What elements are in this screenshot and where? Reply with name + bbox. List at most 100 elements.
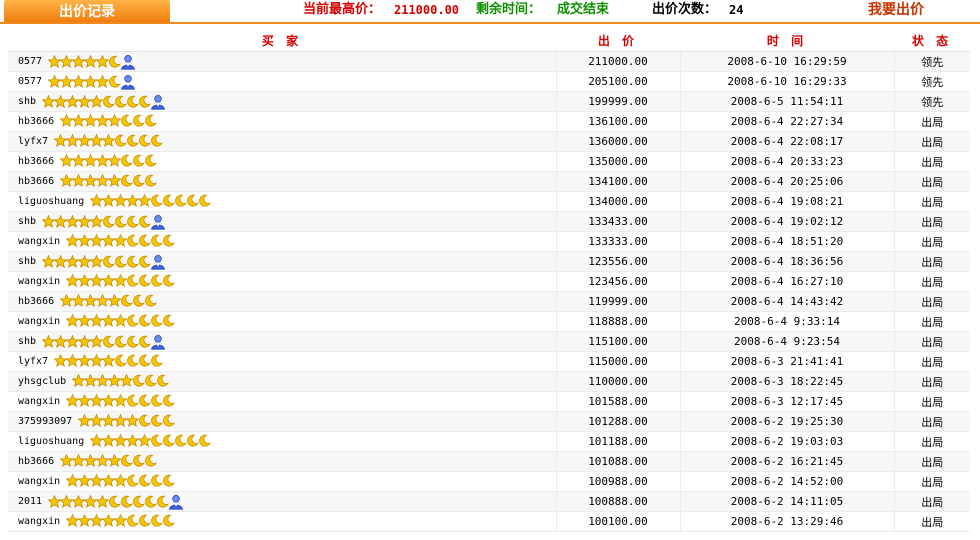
- buyer-name[interactable]: hb3666: [18, 176, 54, 187]
- moon-icon: [138, 394, 152, 407]
- bid-price: 100988.00: [555, 471, 680, 492]
- star-icon: [78, 274, 92, 287]
- star-icon: [96, 294, 110, 307]
- moon-icon: [162, 414, 176, 427]
- moon-icon: [126, 234, 140, 247]
- moon-icon: [138, 95, 151, 108]
- bid-time: 2008-6-10 16:29:59: [679, 51, 894, 72]
- credit-rating: [66, 394, 176, 410]
- table-row: yhsgclub 110000.00 2008-6-3 18:22:45 出局: [8, 371, 970, 392]
- credit-rating: [54, 354, 163, 370]
- moon-icon: [126, 274, 140, 287]
- buyer-name[interactable]: wangxin: [18, 316, 60, 327]
- star-icon: [114, 314, 128, 327]
- buyer-cell: 375993097: [8, 411, 556, 432]
- buyer-name[interactable]: shb: [18, 336, 36, 347]
- star-icon: [114, 234, 128, 247]
- star-icon: [138, 434, 152, 447]
- buyer-name[interactable]: wangxin: [18, 276, 60, 287]
- bid-status: 出局: [893, 271, 970, 292]
- buyer-name[interactable]: 0577: [18, 76, 42, 87]
- star-icon: [78, 394, 92, 407]
- buyer-name[interactable]: hb3666: [18, 156, 54, 167]
- moon-icon: [150, 414, 164, 427]
- bid-price: 110000.00: [555, 371, 680, 392]
- credit-rating: [42, 214, 165, 230]
- credit-rating: [48, 494, 183, 510]
- bid-status: 出局: [893, 311, 970, 332]
- star-icon: [96, 495, 110, 508]
- table-row: hb3666 134100.00 2008-6-4 20:25:06 出局: [8, 171, 970, 192]
- tab-bid-record[interactable]: 出价记录: [4, 0, 170, 22]
- buyer-name[interactable]: lyfx7: [18, 136, 48, 147]
- moon-icon: [138, 274, 152, 287]
- star-icon: [66, 354, 80, 367]
- bid-price: 100100.00: [555, 511, 680, 532]
- star-icon: [114, 474, 128, 487]
- buyer-name[interactable]: shb: [18, 96, 36, 107]
- moon-icon: [174, 194, 188, 207]
- buyer-name[interactable]: 0577: [18, 56, 42, 67]
- moon-icon: [132, 114, 145, 127]
- star-icon: [90, 274, 104, 287]
- star-icon: [66, 335, 80, 348]
- bid-time: 2008-6-4 9:33:14: [679, 311, 894, 332]
- buyer-cell: liguoshuang: [8, 191, 556, 212]
- table-row: hb3666 101088.00 2008-6-2 16:21:45 出局: [8, 451, 970, 472]
- buyer-name[interactable]: liguoshuang: [18, 436, 84, 447]
- moon-icon: [144, 374, 158, 387]
- buyer-name[interactable]: hb3666: [18, 456, 54, 467]
- star-icon: [60, 75, 74, 88]
- moon-icon: [102, 95, 115, 108]
- bid-time: 2008-6-3 21:41:41: [679, 351, 894, 372]
- buyer-name[interactable]: hb3666: [18, 116, 54, 127]
- buyer-name[interactable]: wangxin: [18, 236, 60, 247]
- buyer-name[interactable]: shb: [18, 256, 36, 267]
- buyer-name[interactable]: liguoshuang: [18, 196, 84, 207]
- bid-status: 出局: [893, 191, 970, 212]
- buyer-name[interactable]: 2011: [18, 496, 42, 507]
- buyer-name[interactable]: wangxin: [18, 516, 60, 527]
- moon-icon: [162, 514, 176, 527]
- star-icon: [114, 414, 128, 427]
- credit-rating: [90, 194, 212, 210]
- column-header-price: 出 价: [556, 30, 680, 52]
- star-icon: [120, 374, 134, 387]
- credit-rating: [60, 154, 157, 170]
- buyer-name[interactable]: yhsgclub: [18, 376, 66, 387]
- bid-time: 2008-6-4 20:25:06: [679, 171, 894, 192]
- place-bid-link[interactable]: 我要出价: [868, 0, 924, 22]
- buyer-name[interactable]: hb3666: [18, 296, 54, 307]
- moon-icon: [138, 215, 151, 228]
- buyer-name[interactable]: wangxin: [18, 476, 60, 487]
- buyer-name[interactable]: wangxin: [18, 396, 60, 407]
- bid-price: 101088.00: [555, 451, 680, 472]
- credit-rating: [66, 274, 176, 290]
- buyer-cell: liguoshuang: [8, 431, 556, 452]
- moon-icon: [132, 454, 145, 467]
- buyer-name[interactable]: 375993097: [18, 416, 72, 427]
- buyer-name[interactable]: shb: [18, 216, 36, 227]
- credit-rating: [90, 434, 212, 450]
- table-row: wangxin 133333.00 2008-6-4 18:51:20 出局: [8, 231, 970, 252]
- bid-price: 205100.00: [555, 71, 680, 92]
- credit-rating: [66, 234, 176, 250]
- star-icon: [48, 495, 62, 508]
- star-icon: [114, 434, 128, 447]
- table-row: liguoshuang 134000.00 2008-6-4 19:08:21 出局: [8, 191, 970, 212]
- bid-time: 2008-6-4 9:23:54: [679, 331, 894, 352]
- star-icon: [72, 154, 86, 167]
- bid-time: 2008-6-4 22:08:17: [679, 131, 894, 152]
- buyer-name[interactable]: lyfx7: [18, 356, 48, 367]
- buyer-cell: 2011: [8, 491, 556, 512]
- table-row: hb3666 136100.00 2008-6-4 22:27:34 出局: [8, 111, 970, 132]
- moon-icon: [126, 255, 139, 268]
- star-icon: [102, 274, 116, 287]
- moon-icon: [144, 294, 157, 307]
- moon-icon: [138, 314, 152, 327]
- bid-status: 出局: [893, 471, 970, 492]
- bid-status: 出局: [893, 151, 970, 172]
- bid-time: 2008-6-2 16:21:45: [679, 451, 894, 472]
- buyer-cell: 0577: [8, 51, 556, 72]
- star-icon: [54, 215, 68, 228]
